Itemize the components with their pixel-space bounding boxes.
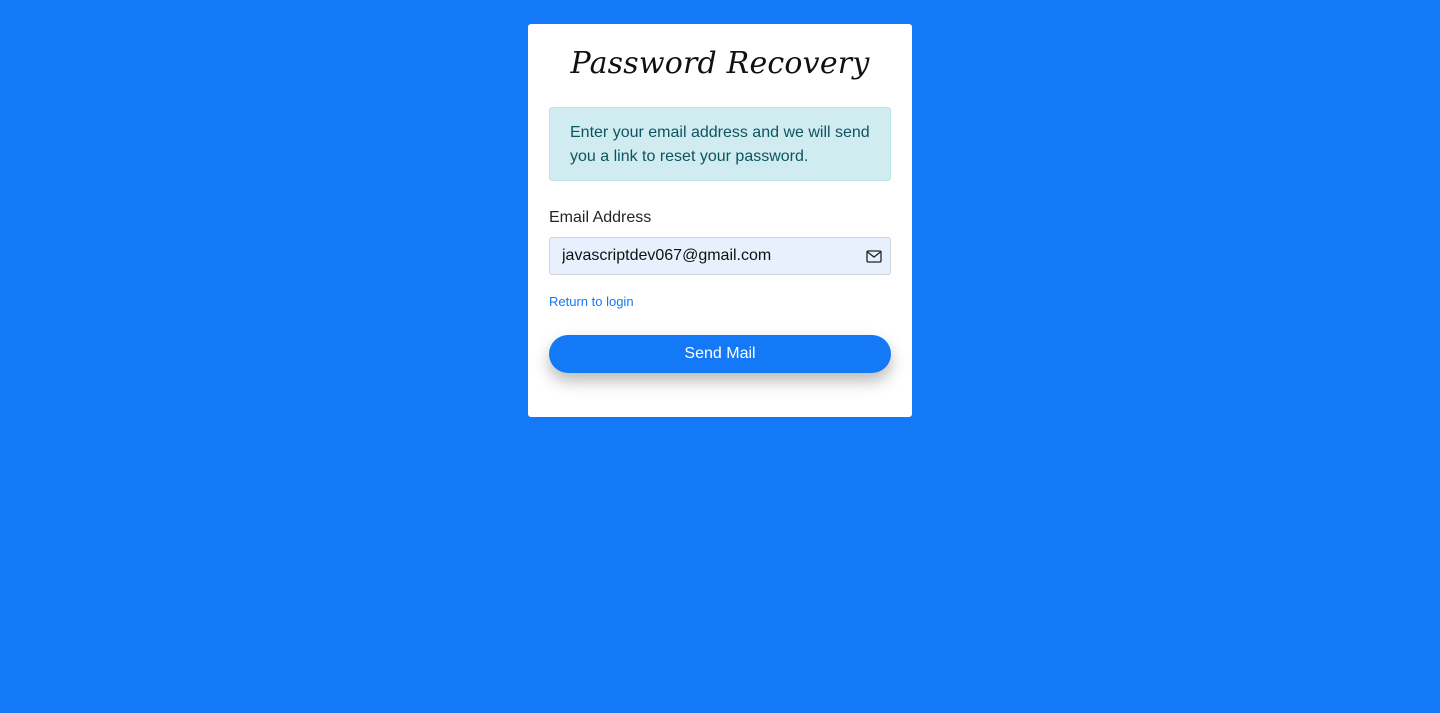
page-title: Password Recovery	[570, 46, 870, 81]
email-field[interactable]	[549, 237, 891, 275]
send-mail-button[interactable]: Send Mail	[549, 335, 891, 373]
info-alert: Enter your email address and we will sen…	[549, 107, 891, 181]
email-label: Email Address	[549, 209, 652, 226]
email-field-wrapper	[549, 237, 891, 275]
return-to-login-link[interactable]: Return to login	[549, 294, 634, 310]
password-recovery-card: Password Recovery Enter your email addre…	[528, 24, 912, 417]
envelope-icon	[866, 250, 882, 263]
